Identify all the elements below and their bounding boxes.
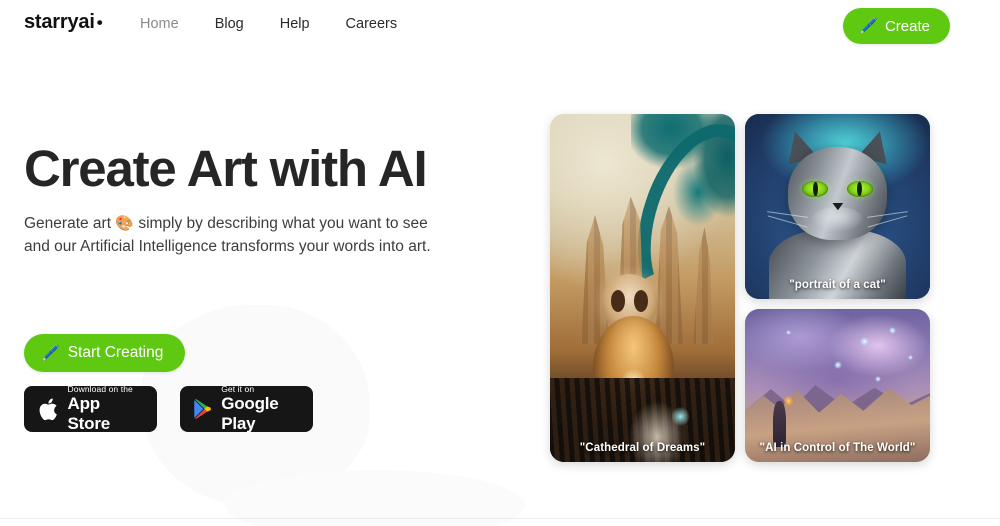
app-store-text: Download on the App Store bbox=[68, 384, 142, 434]
cat-eye-right-shape bbox=[846, 180, 873, 198]
brand-logo-text: starryai bbox=[24, 11, 95, 33]
cosmos-star-shape bbox=[833, 361, 842, 370]
nav-item-careers[interactable]: Careers bbox=[346, 15, 398, 33]
google-play-text: Get it on Google Play bbox=[221, 384, 298, 434]
google-play-icon bbox=[194, 399, 211, 419]
app-store-badge[interactable]: Download on the App Store bbox=[24, 384, 157, 434]
artwork-caption-cosmos: "AI in Control of The World" bbox=[759, 442, 916, 454]
cathedral-glow-shape bbox=[672, 406, 689, 428]
google-play-bottom-label: Google Play bbox=[221, 394, 279, 433]
page-title: Create Art with AI bbox=[24, 140, 428, 197]
hero-subtitle: Generate art 🎨 simply by describing what… bbox=[24, 212, 444, 258]
google-play-top-label: Get it on bbox=[221, 384, 255, 394]
nav-item-blog[interactable]: Blog bbox=[215, 15, 244, 33]
page-root: starryai • Home Blog Help Careers 🖊️ Cre… bbox=[0, 0, 1000, 526]
artwork-caption-cathedral: "Cathedral of Dreams" bbox=[579, 442, 706, 454]
google-play-badge[interactable]: Get it on Google Play bbox=[180, 384, 313, 434]
artwork-image-cat bbox=[745, 114, 930, 299]
bottom-divider bbox=[0, 518, 1000, 519]
site-header: starryai • Home Blog Help Careers 🖊️ Cre… bbox=[0, 0, 1000, 50]
artwork-image-cosmos bbox=[745, 309, 930, 462]
cosmos-figure-shape bbox=[772, 400, 786, 447]
create-button[interactable]: 🖊️ Create bbox=[843, 8, 950, 44]
create-button-label: Create bbox=[884, 17, 930, 35]
artwork-image-cathedral bbox=[550, 114, 735, 462]
artwork-card-cat[interactable]: "portrait of a cat" bbox=[745, 114, 930, 299]
palette-icon: 🎨 bbox=[115, 215, 135, 232]
app-store-bottom-label: App Store bbox=[67, 394, 111, 433]
artwork-card-cosmos[interactable]: "AI in Control of The World" bbox=[745, 309, 930, 462]
cosmos-star-shape bbox=[889, 327, 897, 335]
cosmos-torch-glow-shape bbox=[783, 394, 794, 407]
pencil-icon: 🖊️ bbox=[859, 17, 878, 35]
cosmos-star-shape bbox=[907, 354, 913, 360]
app-store-top-label: Download on the bbox=[67, 384, 133, 394]
nav-item-home[interactable]: Home bbox=[140, 15, 179, 33]
hero-section: Create Art with AI Generate art 🎨 simply… bbox=[24, 140, 494, 433]
brand-logo[interactable]: starryai • bbox=[24, 11, 103, 34]
cosmos-star-shape bbox=[859, 336, 869, 346]
artwork-card-cathedral[interactable]: "Cathedral of Dreams" bbox=[550, 114, 735, 462]
nav-item-help[interactable]: Help bbox=[280, 15, 310, 33]
brand-star-icon: • bbox=[96, 13, 103, 32]
hero-subtitle-part-2: simply by describing what you want to se… bbox=[134, 215, 428, 232]
main-navigation: Home Blog Help Careers bbox=[140, 15, 397, 33]
store-badges: Download on the App Store Get it on Goog… bbox=[24, 384, 313, 434]
artwork-caption-cat: "portrait of a cat" bbox=[789, 279, 886, 291]
hero-subtitle-part-1: Generate art bbox=[24, 215, 116, 232]
start-creating-button[interactable]: 🖊️ Start Creating bbox=[24, 334, 186, 372]
apple-icon bbox=[39, 398, 57, 420]
cosmos-star-shape bbox=[785, 330, 791, 336]
cosmos-star-shape bbox=[874, 376, 881, 383]
hero-subtitle-line-2: and our Artificial Intelligence transfor… bbox=[24, 238, 431, 255]
start-creating-label: Start Creating bbox=[67, 344, 164, 361]
cat-muzzle-shape bbox=[811, 206, 864, 231]
sample-artwork-gallery: "Cathedral of Dreams" "portrait of a cat… bbox=[550, 114, 940, 462]
pencil-icon: 🖊️ bbox=[41, 344, 60, 362]
